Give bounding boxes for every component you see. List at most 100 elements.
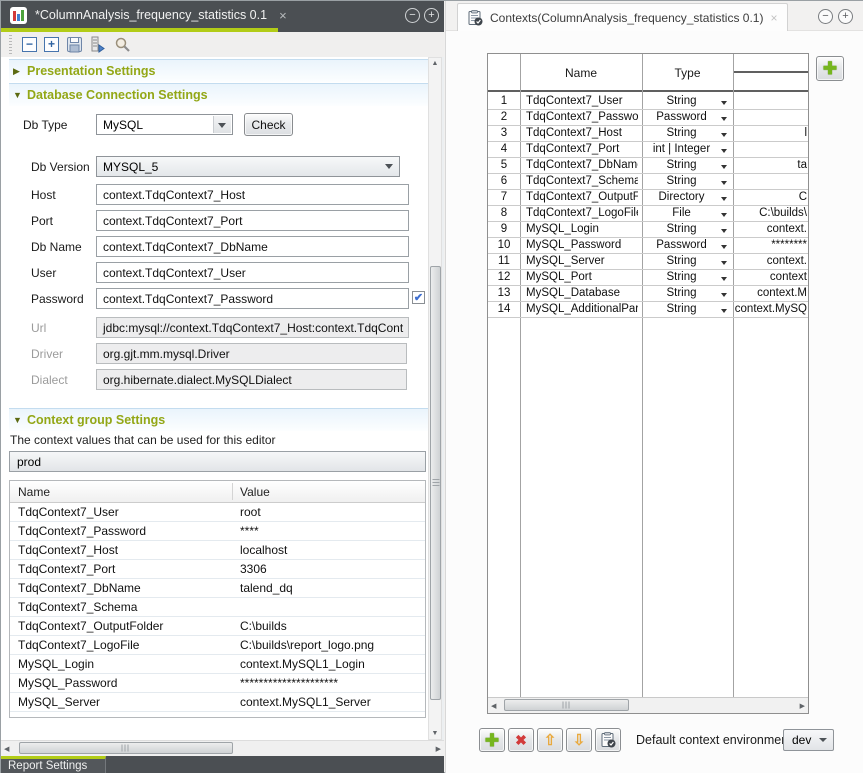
scroll-right-icon[interactable]: ▶ bbox=[436, 745, 441, 753]
tab-close-icon[interactable]: × bbox=[279, 8, 287, 23]
form-horizontal-scrollbar[interactable]: ◀ ▶ bbox=[1, 740, 444, 756]
editor-tab[interactable]: *ColumnAnalysis_frequency_statistics 0.1… bbox=[1, 1, 278, 29]
minimize-icon[interactable]: − bbox=[405, 8, 420, 23]
combo-arrow-box[interactable] bbox=[213, 116, 231, 133]
context-value-cell[interactable]: context.MySQL1_Login bbox=[240, 657, 365, 671]
context-name-cell[interactable]: TdqContext7_LogoFile bbox=[18, 638, 139, 652]
context-variable-row[interactable]: 3TdqContext7_HostStringl bbox=[488, 126, 808, 142]
context-name-cell[interactable]: MySQL_Password bbox=[18, 676, 117, 690]
context-value-row[interactable]: TdqContext7_Hostlocalhost bbox=[10, 541, 425, 560]
context-value-cell[interactable]: 3306 bbox=[240, 562, 267, 576]
add-context-variable-button[interactable]: ✚ bbox=[816, 56, 844, 81]
context-variable-row[interactable]: 8TdqContext7_LogoFileFileC:\builds\ bbox=[488, 206, 808, 222]
expanded-arrow-icon[interactable]: ▼ bbox=[13, 415, 27, 425]
variable-value-cell[interactable]: ta bbox=[734, 159, 807, 171]
variable-name-cell[interactable]: TdqContext7_DbName bbox=[526, 159, 638, 171]
report-settings-tab[interactable]: Report Settings bbox=[1, 756, 106, 773]
context-variable-row[interactable]: 1TdqContext7_UserString bbox=[488, 94, 808, 110]
context-value-row[interactable]: TdqContext7_OutputFolderC:\builds bbox=[10, 617, 425, 636]
scroll-left-icon[interactable]: ◀ bbox=[491, 702, 496, 710]
form-vertical-scrollbar[interactable]: ▲ ▼ bbox=[428, 57, 442, 740]
context-variable-row[interactable]: 9MySQL_LoginStringcontext. bbox=[488, 222, 808, 238]
section-context-group-settings[interactable]: ▼ Context group Settings bbox=[9, 408, 428, 431]
password-context-checkbox[interactable]: ✔ bbox=[412, 291, 425, 304]
context-variable-row[interactable]: 7TdqContext7_OutputFolderDirectoryC bbox=[488, 190, 808, 206]
environment-combo[interactable]: dev bbox=[783, 729, 834, 751]
maximize-icon[interactable]: + bbox=[838, 9, 853, 24]
minimize-icon[interactable]: − bbox=[818, 9, 833, 24]
tab-close-icon[interactable]: × bbox=[770, 11, 777, 25]
type-column-header[interactable]: Type bbox=[642, 54, 733, 92]
section-presentation-settings[interactable]: ▶ Presentation Settings bbox=[9, 59, 428, 82]
copy-from-repository-button[interactable] bbox=[595, 728, 621, 752]
context-name-cell[interactable]: MySQL_Server bbox=[18, 695, 100, 709]
variable-name-cell[interactable]: TdqContext7_LogoFile bbox=[526, 207, 638, 219]
variable-type-cell[interactable]: String bbox=[642, 255, 733, 267]
context-value-row[interactable]: TdqContext7_User root bbox=[10, 503, 425, 522]
context-group-name-field[interactable]: prod bbox=[9, 451, 426, 472]
context-variable-row[interactable]: 13MySQL_DatabaseStringcontext.M bbox=[488, 286, 808, 302]
context-value-row[interactable]: TdqContext7_Port3306 bbox=[10, 560, 425, 579]
variable-type-cell[interactable]: String bbox=[642, 303, 733, 315]
context-value-cell[interactable]: root bbox=[240, 505, 261, 519]
context-value-cell[interactable]: C:\builds\report_logo.png bbox=[240, 638, 374, 652]
collapsed-arrow-icon[interactable]: ▶ bbox=[13, 66, 27, 77]
variable-type-cell[interactable]: Password bbox=[642, 239, 733, 251]
context-name-cell[interactable]: TdqContext7_DbName bbox=[18, 581, 141, 595]
context-value-cell[interactable]: context.MySQL1_Server bbox=[240, 695, 371, 709]
variable-type-cell[interactable]: int | Integer bbox=[642, 143, 733, 155]
variable-value-cell[interactable]: context. bbox=[734, 223, 807, 235]
save-icon[interactable] bbox=[66, 36, 83, 53]
scrollbar-thumb[interactable] bbox=[430, 266, 441, 700]
context-name-cell[interactable]: TdqContext7_Password bbox=[18, 524, 146, 538]
add-context-button[interactable]: ✚ bbox=[479, 728, 505, 752]
section-database-connection-settings[interactable]: ▼ Database Connection Settings bbox=[9, 83, 428, 106]
variable-name-cell[interactable]: TdqContext7_Port bbox=[526, 143, 638, 155]
toolbar-drag-handle[interactable] bbox=[9, 35, 12, 54]
context-name-cell[interactable]: MySQL_Login bbox=[18, 657, 94, 671]
context-variable-row[interactable]: 11MySQL_ServerStringcontext. bbox=[488, 254, 808, 270]
context-name-cell[interactable]: TdqContext7_Schema bbox=[18, 600, 137, 614]
db-name-field[interactable]: context.TdqContext7_DbName bbox=[96, 236, 409, 257]
search-icon[interactable] bbox=[114, 36, 131, 53]
variable-value-cell[interactable]: context.MySQ bbox=[734, 303, 807, 315]
context-value-row[interactable]: MySQL_Login context.MySQL1_Login bbox=[10, 655, 425, 674]
run-report-icon[interactable] bbox=[90, 36, 107, 53]
remove-context-button[interactable]: ✖ bbox=[508, 728, 534, 752]
scrollbar-thumb[interactable] bbox=[504, 699, 629, 711]
variable-name-cell[interactable]: TdqContext7_Schema bbox=[526, 175, 638, 187]
variable-type-cell[interactable]: File bbox=[642, 207, 733, 219]
variable-name-cell[interactable]: MySQL_Login bbox=[526, 223, 638, 235]
variable-type-cell[interactable]: String bbox=[642, 271, 733, 283]
context-variable-row[interactable]: 14MySQL_AdditionalParamsStringcontext.My… bbox=[488, 302, 808, 318]
variable-type-cell[interactable]: String bbox=[642, 95, 733, 107]
context-name-cell[interactable]: TdqContext7_User bbox=[18, 505, 119, 519]
variable-name-cell[interactable]: MySQL_Server bbox=[526, 255, 638, 267]
user-field[interactable]: context.TdqContext7_User bbox=[96, 262, 409, 283]
variable-value-cell[interactable]: context bbox=[734, 271, 807, 283]
variable-type-cell[interactable]: String bbox=[642, 159, 733, 171]
context-value-cell[interactable]: C:\builds bbox=[240, 619, 287, 633]
scroll-left-icon[interactable]: ◀ bbox=[4, 745, 9, 753]
variable-type-cell[interactable]: Directory bbox=[642, 191, 733, 203]
variable-type-cell[interactable]: String bbox=[642, 175, 733, 187]
context-variable-row[interactable]: 10MySQL_PasswordPassword******** bbox=[488, 238, 808, 254]
variable-value-cell[interactable]: l bbox=[734, 127, 807, 139]
move-up-button[interactable]: ⇧ bbox=[537, 728, 563, 752]
variable-type-cell[interactable]: String bbox=[642, 287, 733, 299]
variable-name-cell[interactable]: MySQL_Password bbox=[526, 239, 638, 251]
password-field[interactable]: context.TdqContext7_Password bbox=[96, 288, 409, 309]
variable-type-cell[interactable]: String bbox=[642, 223, 733, 235]
context-variable-row[interactable]: 6TdqContext7_SchemaString bbox=[488, 174, 808, 190]
context-name-cell[interactable]: TdqContext7_Host bbox=[18, 543, 118, 557]
move-down-button[interactable]: ⇩ bbox=[566, 728, 592, 752]
context-variable-row[interactable]: 2TdqContext7_PasswordPassword bbox=[488, 110, 808, 126]
context-value-row[interactable]: TdqContext7_LogoFile C:\builds\report_log… bbox=[10, 636, 425, 655]
variable-value-cell[interactable]: C bbox=[734, 191, 807, 203]
context-variable-row[interactable]: 12MySQL_PortStringcontext bbox=[488, 270, 808, 286]
context-value-row[interactable]: TdqContext7_Password**** bbox=[10, 522, 425, 541]
host-field[interactable]: context.TdqContext7_Host bbox=[96, 184, 409, 205]
table-horizontal-scrollbar[interactable]: ◀ ▶ bbox=[488, 697, 808, 713]
expand-all-icon[interactable]: + bbox=[44, 37, 59, 52]
check-button[interactable]: Check bbox=[244, 113, 293, 136]
